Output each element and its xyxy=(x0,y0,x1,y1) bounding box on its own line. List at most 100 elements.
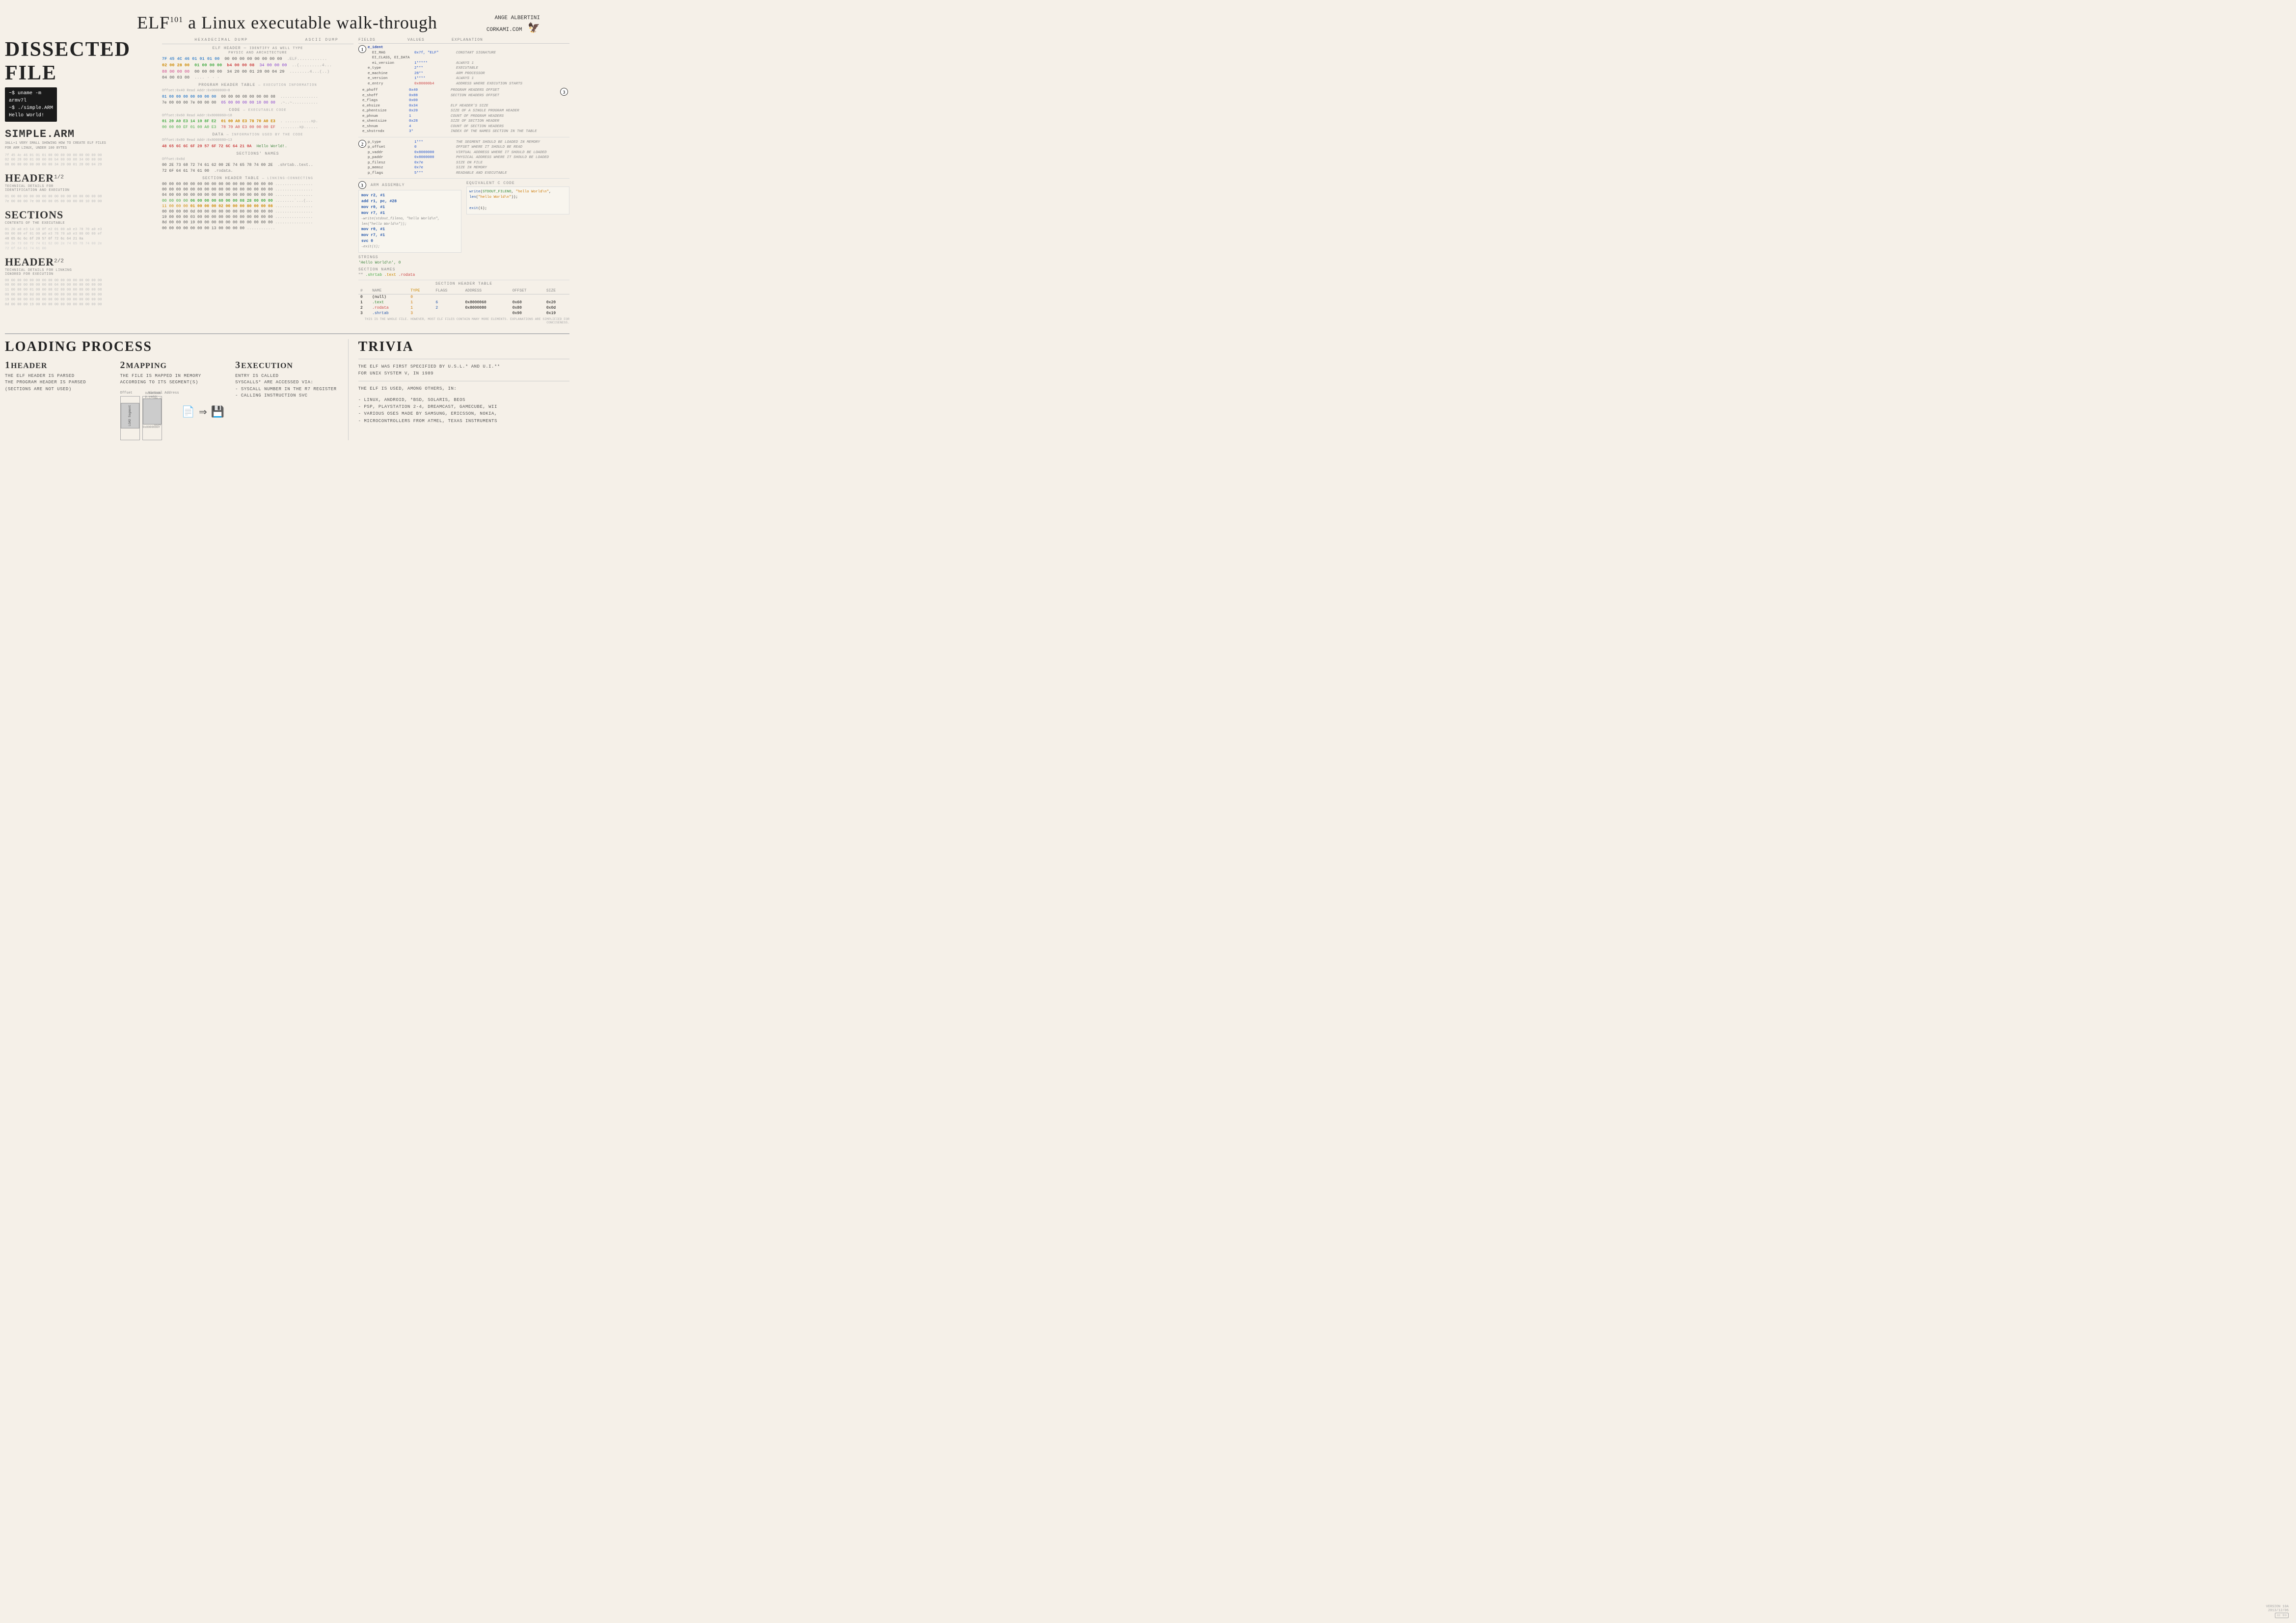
step1-num: 1 xyxy=(5,360,10,371)
strings-val-text: 'Hello World\n', 0 xyxy=(358,261,401,265)
code-hex-row2-bytes2: 78 70 A0 E3 00 00 00 EF xyxy=(221,125,275,131)
load-seg-label: LOAD Segment xyxy=(128,405,132,426)
sht-row-1-address: 0x8000060 xyxy=(463,300,510,305)
sht-right: SECTION HEADER TABLE # NAME TYPE FLAGS A… xyxy=(358,280,569,324)
asm-line7: mov r7, #1 xyxy=(361,233,459,239)
sht-row-3: 3 .shrtab 3 0x90 0x19 xyxy=(358,311,569,316)
left-panel: DISSECTED FILE ~$ uname -m armv7l ~$ ./s… xyxy=(5,38,157,326)
header1-sup: 1/2 xyxy=(54,175,64,181)
trivia-text2: THE ELF IS USED, AMONG OTHERS, IN: xyxy=(358,385,569,392)
header2-subtitle: TECHNICAL DETAILS FOR LINKING IGNORED FO… xyxy=(5,268,157,276)
loading-step2: 2 MAPPING THE FILE IS MAPPED IN MEMORY A… xyxy=(120,360,228,440)
asm-title-text: ARM ASSEMBLY xyxy=(371,183,405,187)
hex-rows-header2: 00 00 00 00 00 00 00 00 00 00 00 00 00 0… xyxy=(5,279,157,308)
sht-row-2-size: 0x0d xyxy=(544,305,569,311)
sht-row-1-num: 1 xyxy=(358,300,370,305)
asm-c-area: 3 ARM ASSEMBLY mov r2, #1 add r1, pc, #2… xyxy=(358,181,569,253)
data-addr-label: Offset:0x80 Read Addr:0x8000080+13 xyxy=(162,138,353,143)
asm-line6: mov r0, #1 xyxy=(361,227,459,233)
col-ascii: ASCII DUMP xyxy=(290,38,353,42)
simple-arm-desc: 3ALL+1 VERY SMALL SHOWING HOW TO CREATE … xyxy=(5,141,157,151)
code-label-text: CODE xyxy=(229,108,240,112)
step3-num: 3 xyxy=(235,360,240,371)
step2-heading: 2 MAPPING xyxy=(120,360,228,373)
code-hex-row2-bytes: 00 00 00 EF 01 00 A0 E3 xyxy=(162,125,216,131)
data-hex-rows: Offset:0x80 Read Addr:0x8000080+13 48 65… xyxy=(162,138,353,150)
sht-row-1-name: .text xyxy=(370,300,408,305)
sht-row-3-name: .shrtab xyxy=(370,311,408,316)
trivia-item-3: - MICROCONTROLLERS FROM ATMEL, TEXAS INS… xyxy=(358,418,569,425)
section-names-val: "" .shrtab .text .rodata xyxy=(358,273,415,277)
elf-header-label: ELF HEADER xyxy=(213,46,241,51)
author-block: ANGE ALBERTINI CORKAMI.COM 🦅 xyxy=(486,15,540,36)
elf-hex-row2-bytes4: 34 00 00 00 xyxy=(259,62,287,69)
asm-line2: add r1, pc, #28 xyxy=(361,199,459,205)
c-line1: write(STDOUT_FILENO, "hello World\n", le… xyxy=(469,189,567,201)
step3-line2: SYSCALLS* ARE ACCESSED VIA: xyxy=(235,379,343,386)
elf-hex-row2-ascii: ..(.........4... xyxy=(292,62,332,69)
sht-col-address: ADDRESS xyxy=(463,288,510,294)
fields-col2: VALUES xyxy=(407,38,452,42)
terminal-text: ~$ uname -m armv7l ~$ ./simple.ARM Hello… xyxy=(9,91,53,118)
sections-block: SECTIONS CONTENTS OF THE EXECUTABLE xyxy=(5,209,157,225)
fields-col3: EXPLANATION xyxy=(452,38,569,42)
sht-sublabel-text: — LINKING-CONNECTING xyxy=(262,177,313,181)
author-icon: 🦅 xyxy=(528,23,540,34)
section1-header: 1 e_ident EI_MAG0x7f, "ELF"CONSTANT SIGN… xyxy=(358,45,569,86)
version-badge: VERSION 10A 2013/12/06 cc ①⊙ xyxy=(2266,1605,2289,1618)
section-names-right-title: SECTION NAMES xyxy=(358,267,395,272)
chip-icon: 💾 xyxy=(211,406,224,419)
asm-line5: →write(stdout_fileno, "hello World\n", xyxy=(361,216,459,222)
sht-section-label: SECTION HEADER TABLE — LINKING-CONNECTIN… xyxy=(162,176,353,181)
trivia-title: TRIVIA xyxy=(358,339,569,355)
pht-hex-row1-bytes: 01 00 00 00 00 00 00 00 xyxy=(162,94,216,100)
data-hex-row1-bytes: 48 65 6C 6C 6F 20 57 6F 72 6C 64 21 0A xyxy=(162,144,251,150)
strings-label: STRINGS xyxy=(358,255,569,260)
hex-rows-left: 01 00 00 00 00 00 00 00 00 00 00 08 00 0… xyxy=(5,195,157,205)
c-line3: exit(1); xyxy=(469,206,567,212)
strings-title-text: STRINGS xyxy=(358,255,378,260)
sht-col-flags: FLAGS xyxy=(433,288,463,294)
section3-header: e_phoff0x40PROGRAM HEADERS OFFSET e_shof… xyxy=(362,88,569,134)
load-segment-va xyxy=(143,399,162,425)
sn-hex-row2-bytes: 72 6F 64 61 74 61 00 xyxy=(162,168,209,174)
sections-subtitle: CONTENTS OF THE EXECUTABLE xyxy=(5,221,157,225)
asm-code-box: mov r2, #1 add r1, pc, #28 mov r0, #1 mo… xyxy=(358,190,461,253)
section-names-label-text: SECTIONS' NAMES xyxy=(236,152,279,156)
sections-title: SECTIONS xyxy=(5,209,63,221)
sht-row-1-flags: 6 xyxy=(433,300,463,305)
sht-row-3-num: 3 xyxy=(358,311,370,316)
asm-area: 3 ARM ASSEMBLY mov r2, #1 add r1, pc, #2… xyxy=(358,181,461,253)
elf-sup: 101 xyxy=(170,16,183,24)
asm-line8: svc 0 xyxy=(361,239,459,244)
icons-row: 📄 ⇒ 💾 xyxy=(182,406,225,419)
sht-col-type: TYPE xyxy=(408,288,433,294)
code-hex-row1-bytes2: 01 00 A0 E3 78 70 A0 E3 xyxy=(221,119,275,125)
elf-hex-row4-ascii: .... · · · xyxy=(194,75,219,81)
loading-steps: 1 HEADER THE ELF HEADER IS PARSED THE PR… xyxy=(5,360,343,440)
elf-hex-row1-ascii: .ELF............ xyxy=(287,56,327,62)
step2-num: 2 xyxy=(120,360,125,371)
va-0x80000-label: 0x8000090+ xyxy=(143,426,161,429)
sht-row-3-size: 0x19 xyxy=(544,311,569,316)
c-code-title: EQUIVALENT C CODE xyxy=(466,181,569,186)
loading-step1: 1 HEADER THE ELF HEADER IS PARSED THE PR… xyxy=(5,360,113,440)
annotation-1: 1 xyxy=(358,45,366,53)
version-date: 2013/12/06 xyxy=(2266,1609,2289,1613)
asm-line1: mov r2, #1 xyxy=(361,193,459,199)
trivia-item-1: - PSP, PLAYSTATION 2-4, DREAMCAST, GAMEC… xyxy=(358,403,569,410)
divider2 xyxy=(358,178,569,179)
step3-title: EXECUTION xyxy=(241,362,293,371)
sn-hex-row2-ascii: .rodata. xyxy=(214,168,233,174)
step3-desc: ENTRY IS CALLED SYSCALLS* ARE ACCESSED V… xyxy=(235,373,343,399)
memory-diagram: Offset Virtual Address LOAD Segment p_of… xyxy=(120,391,228,440)
file-side: Offset Virtual Address LOAD Segment p_of… xyxy=(120,391,179,440)
fields-header: FIELDS VALUES EXPLANATION xyxy=(358,38,569,44)
col-hex: HEXADECIMAL DUMP xyxy=(162,38,280,42)
c-code-box: write(STDOUT_FILENO, "hello World\n", le… xyxy=(466,186,569,214)
elf-hex-row3-ascii: ........4...(..) xyxy=(290,69,330,75)
code-sublabel-text: — EXECUTABLE CODE xyxy=(243,108,286,112)
elf-hex-row2-bytes3: b4 00 00 08 xyxy=(227,62,254,69)
strings-value: 'Hello World\n', 0 xyxy=(358,261,569,265)
sn-hex-row1-bytes: 00 2E 73 68 72 74 61 62 00 2E 74 65 78 7… xyxy=(162,162,273,168)
